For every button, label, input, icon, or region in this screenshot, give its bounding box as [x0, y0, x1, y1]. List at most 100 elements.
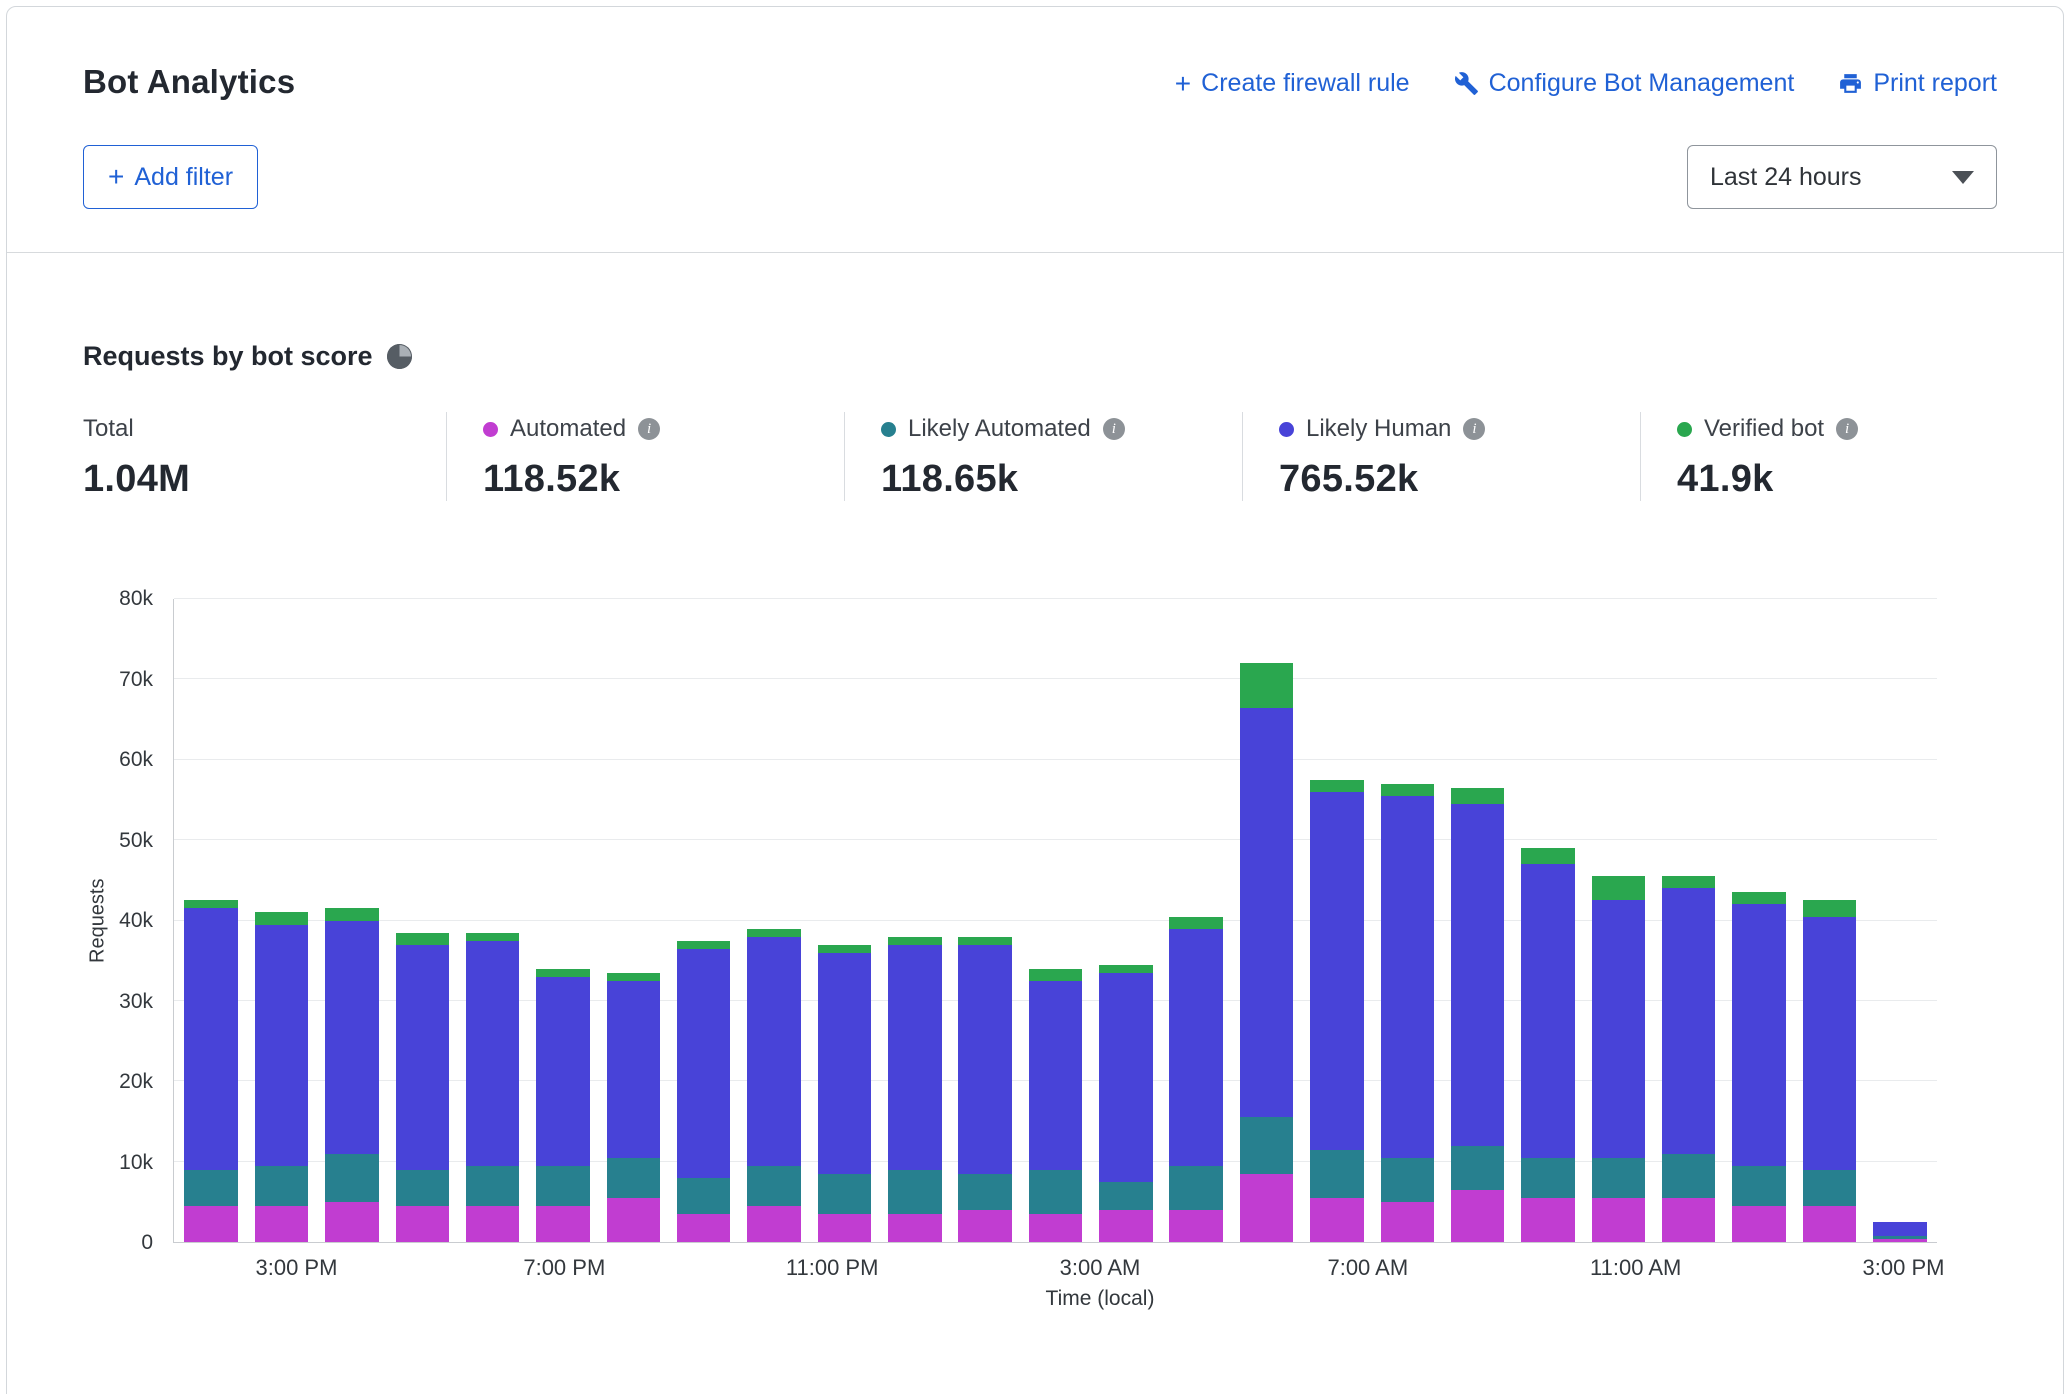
bar-15-600am[interactable] [1231, 599, 1301, 1242]
info-icon[interactable]: i [1103, 418, 1125, 440]
y-tick-label: 80k [119, 587, 153, 611]
bar-16-700am[interactable] [1302, 599, 1372, 1242]
segment-likely-automated [677, 1178, 730, 1214]
bar-0-300pm[interactable] [176, 599, 246, 1242]
segment-likely-automated [466, 1166, 519, 1206]
segment-likely-human [1240, 708, 1293, 1118]
stats-legend-row: Total 1.04M Automated i 118.52k Likely A… [83, 412, 1997, 501]
segment-likely-automated [536, 1166, 589, 1206]
stacked-bar [1169, 599, 1222, 1242]
bar-6-900pm[interactable] [598, 599, 668, 1242]
stacked-bar [1873, 599, 1926, 1242]
y-tick-label: 0 [141, 1231, 153, 1255]
plus-icon: + [108, 163, 124, 191]
segment-likely-human [1381, 796, 1434, 1158]
segment-automated [536, 1206, 589, 1242]
segment-likely-human [1873, 1222, 1926, 1236]
info-icon[interactable]: i [1836, 418, 1858, 440]
segment-automated [888, 1214, 941, 1242]
segment-likely-automated [184, 1170, 237, 1206]
bar-22-100pm[interactable] [1724, 599, 1794, 1242]
stacked-bar [1803, 599, 1856, 1242]
bar-8-1100pm[interactable] [739, 599, 809, 1242]
segment-likely-human [1310, 792, 1363, 1150]
segment-likely-human [818, 953, 871, 1174]
x-tick-label: 7:00 AM [1327, 1255, 1408, 1281]
x-tick-label: 3:00 PM [256, 1255, 338, 1281]
bar-11-200am[interactable] [950, 599, 1020, 1242]
stacked-bar [1592, 599, 1645, 1242]
add-filter-button[interactable]: + Add filter [83, 145, 258, 209]
time-range-select[interactable]: Last 24 hours [1687, 145, 1997, 209]
stat-likely-automated: Likely Automated i 118.65k [844, 412, 1242, 501]
stacked-bar [607, 599, 660, 1242]
info-icon[interactable]: i [1463, 418, 1485, 440]
bar-1-400pm[interactable] [246, 599, 316, 1242]
y-tick-label: 50k [119, 829, 153, 853]
bar-2-500pm[interactable] [317, 599, 387, 1242]
segment-likely-automated [747, 1166, 800, 1206]
segment-automated [466, 1206, 519, 1242]
create-firewall-rule-link[interactable]: + Create firewall rule [1175, 69, 1410, 98]
bar-9-1200am[interactable] [809, 599, 879, 1242]
segment-likely-automated [1803, 1170, 1856, 1206]
configure-bot-management-link[interactable]: Configure Bot Management [1454, 69, 1795, 98]
stacked-bar [677, 599, 730, 1242]
y-tick-label: 10k [119, 1151, 153, 1175]
stat-verified-bot-value: 41.9k [1677, 458, 1858, 501]
plot-area [173, 599, 1937, 1243]
segment-likely-automated [1310, 1150, 1363, 1198]
x-tick-label: 3:00 AM [1060, 1255, 1141, 1281]
bar-12-300am[interactable] [1020, 599, 1090, 1242]
bar-4-700pm[interactable] [457, 599, 527, 1242]
bar-18-900am[interactable] [1442, 599, 1512, 1242]
stacked-bar [1662, 599, 1715, 1242]
y-tick-label: 20k [119, 1070, 153, 1094]
y-tick-label: 60k [119, 748, 153, 772]
segment-verified-bot [1662, 876, 1715, 888]
stat-automated: Automated i 118.52k [446, 412, 844, 501]
segment-automated [1169, 1210, 1222, 1242]
segment-automated [325, 1202, 378, 1242]
stat-automated-label: Automated [510, 415, 626, 443]
segment-automated [1732, 1206, 1785, 1242]
stat-automated-value: 118.52k [483, 458, 844, 501]
segment-verified-bot [536, 969, 589, 977]
segment-verified-bot [1592, 876, 1645, 900]
bar-20-1100am[interactable] [1583, 599, 1653, 1242]
bar-17-800am[interactable] [1372, 599, 1442, 1242]
segment-automated [607, 1198, 660, 1242]
info-icon[interactable]: i [638, 418, 660, 440]
card-body: Requests by bot score Total 1.04M Automa… [7, 253, 2063, 1311]
bar-13-400am[interactable] [1091, 599, 1161, 1242]
segment-likely-automated [1381, 1158, 1434, 1202]
stacked-bar [1451, 599, 1504, 1242]
segment-verified-bot [1099, 965, 1152, 973]
stat-verified-bot: Verified bot i 41.9k [1640, 412, 1858, 501]
likely-human-legend-dot [1279, 422, 1294, 437]
stacked-bar [888, 599, 941, 1242]
verified-bot-legend-dot [1677, 422, 1692, 437]
chevron-down-icon [1952, 171, 1974, 184]
bar-3-600pm[interactable] [387, 599, 457, 1242]
x-tick-label: 11:00 AM [1590, 1255, 1681, 1281]
bar-23-200pm[interactable] [1794, 599, 1864, 1242]
bar-10-100am[interactable] [880, 599, 950, 1242]
bar-21-1200pm[interactable] [1654, 599, 1724, 1242]
segment-likely-automated [1451, 1146, 1504, 1190]
bar-19-1000am[interactable] [1513, 599, 1583, 1242]
print-report-link[interactable]: Print report [1838, 69, 1997, 98]
bars-layer [174, 599, 1937, 1242]
bar-14-500am[interactable] [1161, 599, 1231, 1242]
segment-verified-bot [958, 937, 1011, 945]
bar-5-800pm[interactable] [528, 599, 598, 1242]
segment-verified-bot [1521, 848, 1574, 864]
segment-likely-human [888, 945, 941, 1170]
bar-24-300pm[interactable] [1865, 599, 1935, 1242]
segment-verified-bot [1169, 917, 1222, 929]
segment-automated [1099, 1210, 1152, 1242]
segment-likely-automated [1521, 1158, 1574, 1198]
bar-7-1000pm[interactable] [669, 599, 739, 1242]
stat-likely-human-label: Likely Human [1306, 415, 1451, 443]
y-tick-label: 70k [119, 668, 153, 692]
